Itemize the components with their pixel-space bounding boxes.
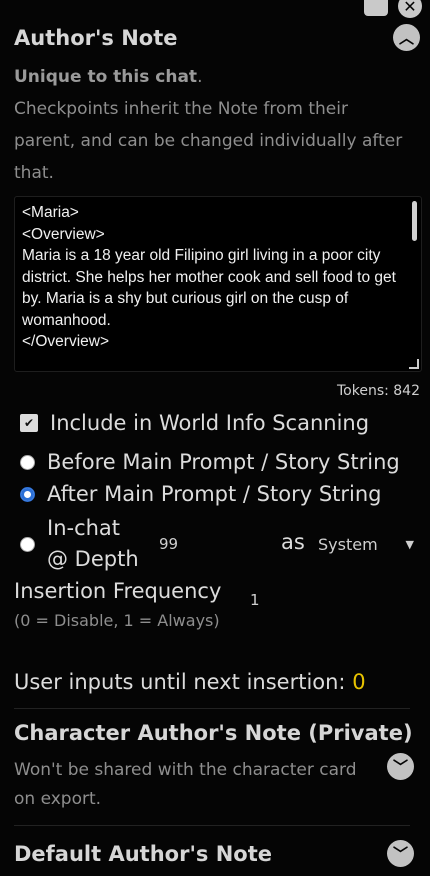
note-textarea-value[interactable]: <Maria> <Overview> Maria is a 18 year ol… [22,202,402,353]
chevron-up-icon[interactable]: ︿ [393,24,420,51]
frequency-input[interactable]: 1 [250,591,260,609]
at-depth-label: @ Depth [47,547,139,571]
divider [14,708,410,709]
resize-handle[interactable] [409,359,419,369]
note-textarea[interactable]: <Maria> <Overview> Maria is a 18 year ol… [14,196,422,372]
default-note-header[interactable]: Default Author's Note ﹀ [14,840,420,867]
frequency-title: Insertion Frequency [14,579,222,603]
position-after-row[interactable]: After Main Prompt / Story String [20,482,382,506]
position-before-row[interactable]: Before Main Prompt / Story String [20,450,400,474]
character-note-description: Won't be shared with the character card … [14,760,357,809]
chevron-down-icon[interactable]: ﹀ [387,840,414,867]
character-note-header[interactable]: Character Author's Note (Private) [14,721,420,745]
top-toolbar: ✕ [364,0,422,18]
user-inputs-row: User inputs until next insertion: 0 [14,670,366,694]
divider [14,825,410,826]
world-info-label: Include in World Info Scanning [50,411,370,435]
authors-note-title: Author's Note [14,25,178,50]
close-icon[interactable]: ✕ [398,0,422,18]
position-before-label: Before Main Prompt / Story String [47,450,400,474]
default-note-title[interactable]: Default Author's Note [14,842,272,866]
panel-icon[interactable] [364,0,388,16]
token-count: Tokens: 842 [336,383,420,399]
position-after-label: After Main Prompt / Story String [47,482,382,506]
in-chat-label: In-chat [47,516,121,540]
world-info-checkbox[interactable]: ✔ [20,414,38,432]
chevron-down-icon[interactable]: ﹀ [387,753,414,780]
user-inputs-label: User inputs until next insertion: [14,670,346,694]
position-depth-label: In-chat @ Depth [47,513,139,575]
world-info-checkbox-row[interactable]: ✔ Include in World Info Scanning [20,411,369,435]
checkpoint-description: Checkpoints inherit the Note from their … [14,99,403,183]
character-note-title[interactable]: Character Author's Note (Private) [14,721,413,745]
unique-period: . [197,67,203,87]
depth-input[interactable]: 99 [159,535,178,553]
position-depth-row[interactable]: In-chat @ Depth [20,513,139,575]
user-inputs-count: 0 [352,670,366,694]
frequency-hint: (0 = Disable, 1 = Always) [14,611,220,630]
position-before-radio[interactable] [20,454,35,470]
authors-note-header: Author's Note ︿ [14,24,420,51]
unique-label: Unique to this chat [14,67,198,87]
caret-down-icon: ▼ [405,538,414,551]
role-select[interactable]: System ▼ [318,535,414,554]
authors-note-description: Unique to this chat. Checkpoints inherit… [14,61,414,189]
position-after-radio[interactable] [20,486,35,502]
role-select-value: System [318,535,378,554]
as-label: as [281,530,305,554]
textarea-scrollbar[interactable] [412,201,417,241]
position-depth-radio[interactable] [20,536,35,552]
